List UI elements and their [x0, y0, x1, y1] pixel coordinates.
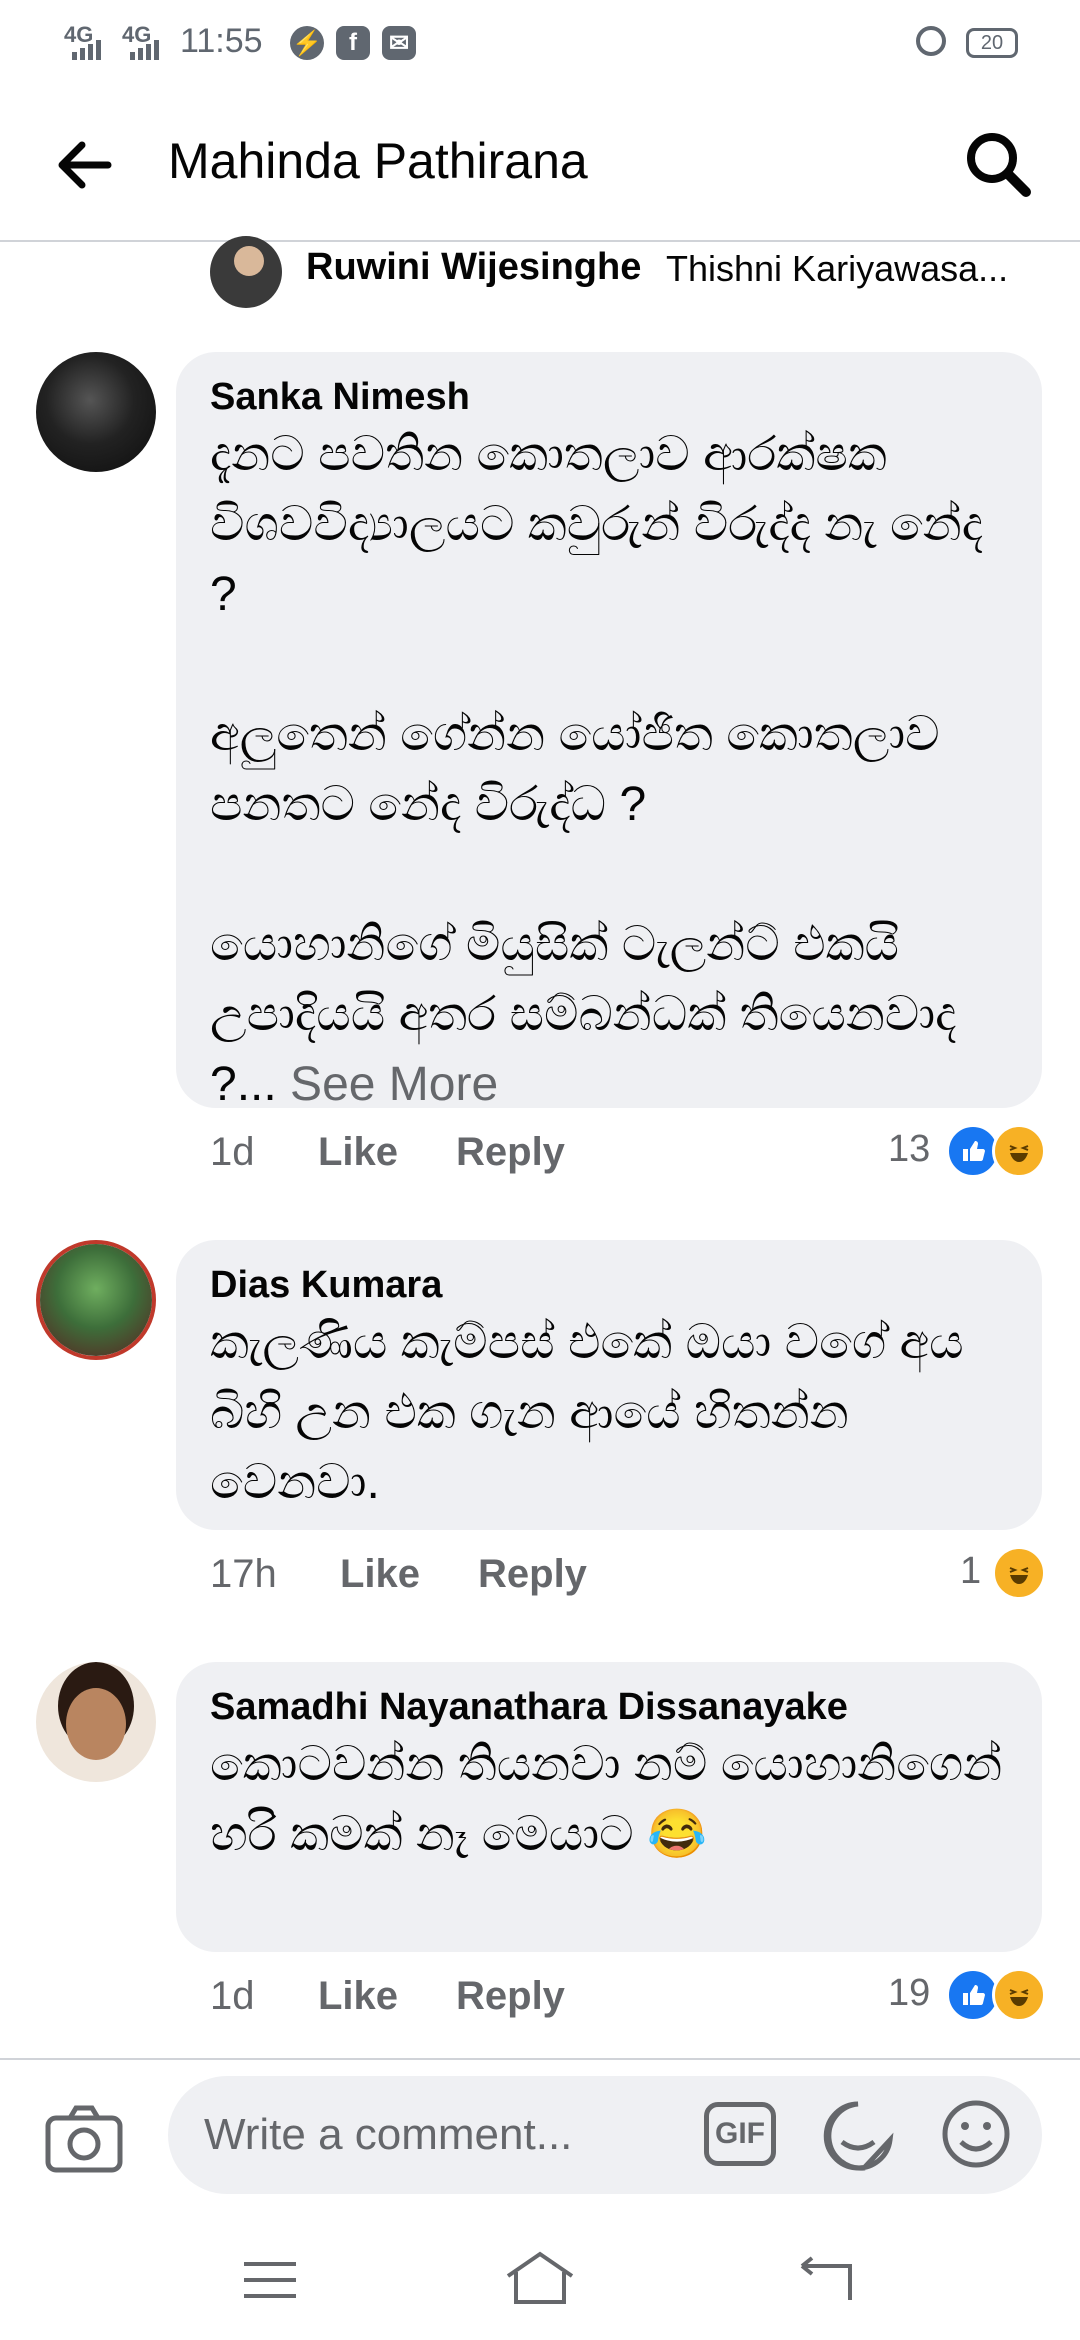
- like-button[interactable]: Like: [318, 1130, 398, 1175]
- signal-icon-2: [130, 40, 159, 60]
- comment-author[interactable]: Dias Kumara: [210, 1264, 442, 1307]
- search-button[interactable]: [960, 126, 1036, 202]
- haha-reaction-icon: [992, 1546, 1046, 1600]
- app-header: Mahinda Pathirana: [0, 90, 1080, 242]
- reply-button[interactable]: Reply: [456, 1974, 565, 2019]
- battery-icon: 20: [966, 28, 1018, 58]
- gif-label: GIF: [715, 2117, 765, 2150]
- battery-level: 20: [980, 31, 1004, 54]
- reaction-count: 1: [960, 1550, 982, 1592]
- comment-text: කොටවන්න තියනවා නම් යොහානිගෙන් හරි කමක් න…: [210, 1738, 1003, 1861]
- reaction-count: 19: [888, 1972, 931, 2014]
- inbox-icon: ✉: [382, 26, 416, 60]
- emoji-icon: [942, 2100, 1010, 2168]
- gif-button[interactable]: GIF: [704, 2102, 776, 2166]
- comment-author[interactable]: Sanka Nimesh: [210, 376, 470, 419]
- reply-button[interactable]: Reply: [456, 1130, 565, 1175]
- signal-icon: [72, 40, 101, 60]
- avatar[interactable]: [36, 352, 156, 472]
- haha-reaction-icon: [992, 1124, 1046, 1178]
- messenger-icon: ⚡: [290, 26, 324, 60]
- facebook-icon: f: [336, 26, 370, 60]
- camera-button[interactable]: [44, 2104, 124, 2176]
- reaction-summary[interactable]: 19: [880, 1966, 1050, 2026]
- reactor-name[interactable]: Ruwini Wijesinghe: [306, 246, 641, 289]
- back-nav-button[interactable]: [796, 2256, 856, 2304]
- back-button[interactable]: [50, 130, 120, 200]
- comment-body: දැනට පවතින කොතලාව ආරක්ෂක විශවවිද්‍යාලයට …: [210, 428, 984, 1111]
- comment-time[interactable]: 1d: [210, 1974, 255, 2019]
- reaction-count: 13: [888, 1128, 931, 1170]
- comment-author[interactable]: Samadhi Nayanathara Dissanayake: [210, 1686, 848, 1729]
- see-more-link[interactable]: See More: [290, 1058, 498, 1111]
- comment-placeholder: Write a comment...: [204, 2110, 573, 2159]
- comment-time[interactable]: 1d: [210, 1130, 255, 1175]
- system-nav-bar: [0, 2210, 1080, 2340]
- alarm-icon: [916, 26, 946, 56]
- emoji-button[interactable]: [940, 2098, 1012, 2170]
- comment-bubble: Dias Kumara කැලණිය කැම්පස් එකේ ඔයා වගේ අ…: [176, 1240, 1042, 1530]
- back-arrow-icon: [58, 141, 112, 189]
- reactor-name-2[interactable]: Thishni Kariyawasa...: [666, 248, 1008, 290]
- back-nav-icon: [800, 2256, 852, 2300]
- home-button[interactable]: [504, 2250, 576, 2306]
- page-title: Mahinda Pathirana: [168, 133, 588, 189]
- reaction-summary[interactable]: 1: [950, 1544, 1050, 1604]
- reaction-summary[interactable]: 13: [880, 1122, 1050, 1182]
- comment-time[interactable]: 17h: [210, 1552, 277, 1597]
- comment-bubble: Sanka Nimesh දැනට පවතින කොතලාව ආරක්ෂක වි…: [176, 352, 1042, 1111]
- camera-icon: [45, 2105, 123, 2173]
- avatar[interactable]: [210, 236, 282, 308]
- avatar[interactable]: [36, 1240, 156, 1360]
- reply-button[interactable]: Reply: [478, 1552, 587, 1597]
- avatar[interactable]: [36, 1662, 156, 1782]
- menu-button[interactable]: [240, 2260, 300, 2300]
- like-button[interactable]: Like: [340, 1552, 420, 1597]
- comment-text: දැනට පවතින කොතලාව ආරක්ෂක විශවවිද්‍යාලයට …: [210, 420, 1020, 1120]
- search-icon: [967, 133, 1031, 197]
- clock: 11:55: [180, 22, 263, 60]
- comment-input[interactable]: Write a comment... GIF: [168, 2076, 1042, 2194]
- like-button[interactable]: Like: [318, 1974, 398, 2019]
- sticker-icon: [823, 2101, 894, 2171]
- home-icon: [506, 2251, 574, 2304]
- menu-icon: [244, 2262, 296, 2298]
- comment-text: කැලණිය කැම්පස් එකේ ඔයා වගේ අය බිහි උන එක…: [210, 1316, 964, 1509]
- comment-bubble: Samadhi Nayanathara Dissanayake කොටවන්න …: [176, 1662, 1042, 1952]
- status-bar: 4G 4G 11:55 ⚡ f ✉ 20: [0, 0, 1080, 90]
- haha-reaction-icon: [992, 1968, 1046, 2022]
- sticker-button[interactable]: [820, 2098, 896, 2174]
